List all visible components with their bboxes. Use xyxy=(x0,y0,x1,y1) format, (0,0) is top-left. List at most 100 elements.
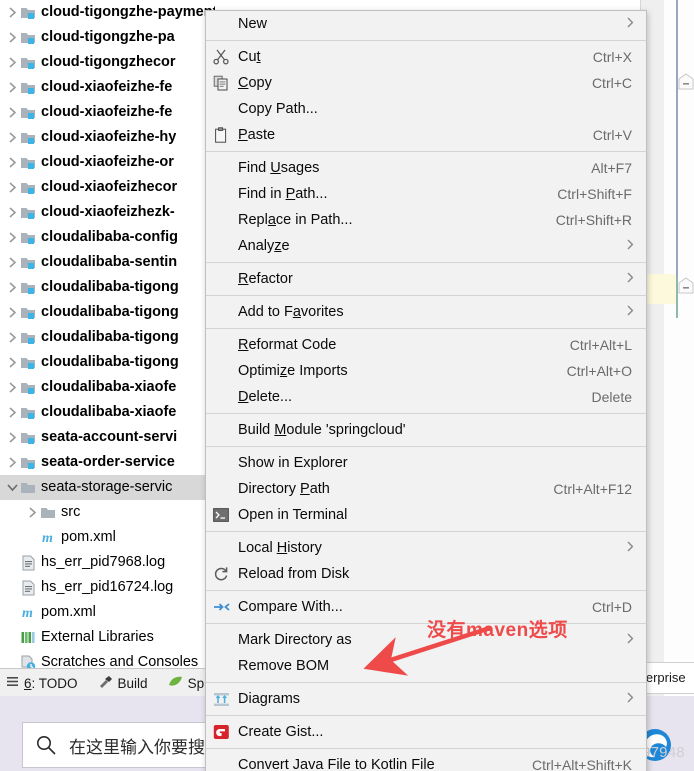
menu-item[interactable]: Copy Path... xyxy=(206,96,646,122)
tree-row[interactable]: src xyxy=(0,500,215,525)
tree-row[interactable]: cloudalibaba-xiaofe xyxy=(0,375,215,400)
submenu-chevron-right-icon xyxy=(626,11,646,37)
chevron-right-icon[interactable] xyxy=(6,250,18,275)
chevron-right-icon[interactable] xyxy=(6,25,18,50)
menu-item[interactable]: Cut Ctrl+X xyxy=(206,44,646,70)
menu-item-shortcut: Ctrl+Shift+F xyxy=(557,186,632,202)
menu-item[interactable]: Build Module 'springcloud' xyxy=(206,417,646,443)
menu-item-label: Diagrams xyxy=(238,691,301,707)
chevron-right-icon[interactable] xyxy=(6,375,18,400)
chevron-down-icon[interactable] xyxy=(6,475,18,500)
module-folder-icon xyxy=(18,0,38,25)
menu-item[interactable]: Replace in Path... Ctrl+Shift+R xyxy=(206,207,646,233)
chevron-right-icon[interactable] xyxy=(6,0,18,25)
menu-item-label: Reformat Code xyxy=(238,337,337,353)
tree-row[interactable]: m pom.xml xyxy=(0,600,215,625)
tree-row[interactable]: cloudalibaba-tigong xyxy=(0,325,215,350)
tree-row[interactable]: cloud-xiaofeizhecor xyxy=(0,175,215,200)
menu-item[interactable]: New xyxy=(206,11,646,37)
menu-separator xyxy=(206,40,646,41)
menu-item[interactable]: Reformat Code Ctrl+Alt+L xyxy=(206,332,646,358)
tree-row[interactable]: seata-account-servi xyxy=(0,425,215,450)
tree-row[interactable]: cloud-xiaofeizhe-hy xyxy=(0,125,215,150)
tree-row-label: cloud-tigongzhe-payment8002 xyxy=(41,4,215,20)
menu-item[interactable]: Reload from Disk xyxy=(206,561,646,587)
menu-item-shortcut: Ctrl+V xyxy=(592,127,632,143)
search-icon xyxy=(23,734,69,756)
chevron-right-icon[interactable] xyxy=(6,275,18,300)
chevron-right-icon[interactable] xyxy=(6,225,18,250)
tree-row[interactable]: cloudalibaba-sentin xyxy=(0,250,215,275)
chevron-right-icon[interactable] xyxy=(6,175,18,200)
tree-row-label: cloud-xiaofeizhezk- xyxy=(41,204,175,220)
menu-item[interactable]: Show in Explorer xyxy=(206,450,646,476)
chevron-right-icon[interactable] xyxy=(6,75,18,100)
module-folder-icon xyxy=(18,375,38,400)
menu-item[interactable]: Copy Ctrl+C xyxy=(206,70,646,96)
chevron-right-icon[interactable] xyxy=(26,500,38,525)
menu-item[interactable]: Add to Favorites xyxy=(206,299,646,325)
tree-row[interactable]: cloudalibaba-tigong xyxy=(0,275,215,300)
menu-item[interactable]: Find Usages Alt+F7 xyxy=(206,155,646,181)
menu-item[interactable]: Compare With... Ctrl+D xyxy=(206,594,646,620)
chevron-right-icon[interactable] xyxy=(6,350,18,375)
tree-row[interactable]: cloud-xiaofeizhe-fe xyxy=(0,75,215,100)
tree-row[interactable]: cloudalibaba-xiaofe xyxy=(0,400,215,425)
editor-scrollbar-track[interactable] xyxy=(664,0,694,700)
menu-separator xyxy=(206,413,646,414)
tree-row[interactable]: cloud-xiaofeizhe-fe xyxy=(0,100,215,125)
tree-row[interactable]: seata-order-service xyxy=(0,450,215,475)
tool-window-todo[interactable]: 6: TODO xyxy=(0,675,92,691)
menu-item-label: Find Usages xyxy=(238,160,320,176)
chevron-right-icon[interactable] xyxy=(6,325,18,350)
chevron-right-icon[interactable] xyxy=(6,200,18,225)
chevron-right-icon[interactable] xyxy=(6,400,18,425)
menu-item[interactable]: Find in Path... Ctrl+Shift+F xyxy=(206,181,646,207)
tree-row[interactable]: cloud-xiaofeizhe-or xyxy=(0,150,215,175)
menu-item[interactable]: Create Gist... xyxy=(206,719,646,745)
chevron-right-icon[interactable] xyxy=(6,125,18,150)
menu-item-label: Cut xyxy=(238,49,261,65)
tree-row[interactable]: hs_err_pid7968.log xyxy=(0,550,215,575)
menu-item[interactable]: Diagrams xyxy=(206,686,646,712)
tree-row[interactable]: seata-storage-servic xyxy=(0,475,215,500)
tool-window-build[interactable]: Build xyxy=(92,675,162,692)
code-fold-marker-icon-2[interactable] xyxy=(678,276,694,294)
code-fold-marker-icon[interactable] xyxy=(678,72,694,90)
menu-separator xyxy=(206,715,646,716)
menu-item[interactable]: Paste Ctrl+V xyxy=(206,122,646,148)
menu-item[interactable]: Local History xyxy=(206,535,646,561)
tree-row[interactable]: cloud-xiaofeizhezk- xyxy=(0,200,215,225)
build-hammer-icon xyxy=(98,675,113,692)
menu-item[interactable]: Refactor xyxy=(206,266,646,292)
menu-item[interactable]: Optimize Imports Ctrl+Alt+O xyxy=(206,358,646,384)
project-tree-panel[interactable]: cloud-tigongzhe-payment8002 cloud-tigongz… xyxy=(0,0,215,668)
tree-row[interactable]: cloud-tigongzhecor xyxy=(0,50,215,75)
menu-item[interactable]: Open in Terminal xyxy=(206,502,646,528)
tree-row[interactable]: cloudalibaba-config xyxy=(0,225,215,250)
chevron-right-icon[interactable] xyxy=(6,450,18,475)
menu-item[interactable]: Analyze xyxy=(206,233,646,259)
tree-row[interactable]: Scratches and Consoles xyxy=(0,650,215,668)
tree-row[interactable]: cloudalibaba-tigong xyxy=(0,300,215,325)
chevron-right-icon[interactable] xyxy=(6,50,18,75)
chevron-right-icon[interactable] xyxy=(6,150,18,175)
tree-row[interactable]: cloud-tigongzhe-payment8002 xyxy=(0,0,215,25)
chevron-right-icon[interactable] xyxy=(6,100,18,125)
tree-row[interactable]: External Libraries xyxy=(0,625,215,650)
tree-row[interactable]: m pom.xml xyxy=(0,525,215,550)
tree-row[interactable]: hs_err_pid16724.log xyxy=(0,575,215,600)
terminal-icon xyxy=(206,502,236,528)
chevron-right-icon[interactable] xyxy=(6,300,18,325)
tree-row[interactable]: cloudalibaba-tigong xyxy=(0,350,215,375)
chevron-right-icon[interactable] xyxy=(6,425,18,450)
tree-row-label: cloud-xiaofeizhe-fe xyxy=(41,104,173,120)
menu-item[interactable]: Convert Java File to Kotlin File Ctrl+Alt… xyxy=(206,752,646,771)
menu-item[interactable]: Directory Path Ctrl+Alt+F12 xyxy=(206,476,646,502)
menu-item[interactable]: Delete... Delete xyxy=(206,384,646,410)
tree-row-label: cloud-tigongzhe-pa xyxy=(41,29,175,45)
tree-row[interactable]: cloud-tigongzhe-pa xyxy=(0,25,215,50)
